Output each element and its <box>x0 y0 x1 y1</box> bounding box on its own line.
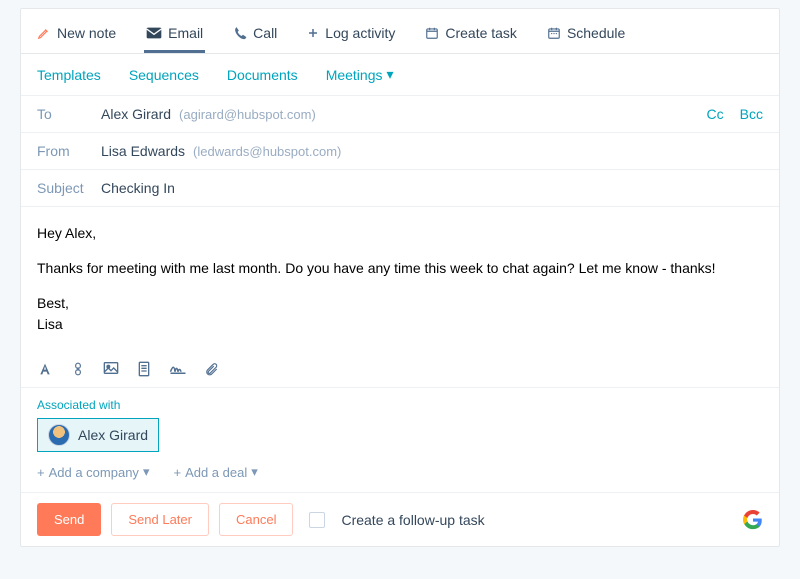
tab-create-task[interactable]: Create task <box>423 19 519 53</box>
tab-label: Log activity <box>325 25 395 41</box>
bcc-link[interactable]: Bcc <box>740 106 763 122</box>
link-label: Meetings <box>326 67 383 83</box>
caret-down-icon: ▾ <box>387 66 394 83</box>
calendar-check-icon <box>425 26 439 40</box>
associated-section: Associated with Alex Girard <box>21 388 779 458</box>
cc-link[interactable]: Cc <box>707 106 724 122</box>
add-company-link[interactable]: + Add a company ▾ <box>37 464 149 480</box>
to-name[interactable]: Alex Girard <box>101 106 171 122</box>
envelope-icon <box>146 27 162 39</box>
follow-up-checkbox[interactable] <box>309 512 325 528</box>
add-deal-link[interactable]: + Add a deal ▾ <box>173 464 257 480</box>
image-icon[interactable] <box>103 361 119 377</box>
subject-row: Subject Checking In <box>21 170 779 207</box>
subject-label: Subject <box>37 180 93 196</box>
email-body[interactable]: Hey Alex, Thanks for meeting with me las… <box>21 207 779 353</box>
tab-schedule[interactable]: Schedule <box>545 19 627 53</box>
plus-icon: + <box>37 465 45 480</box>
associated-label: Associated with <box>37 398 763 412</box>
from-row: From Lisa Edwards (ledwards@hubspot.com) <box>21 133 779 170</box>
email-tool-links: Templates Sequences Documents Meetings ▾ <box>21 54 779 96</box>
phone-icon <box>233 26 247 40</box>
plus-icon <box>307 27 319 39</box>
to-row: To Alex Girard (agirard@hubspot.com) Cc … <box>21 96 779 133</box>
link-documents[interactable]: Documents <box>227 66 298 83</box>
caret-down-icon: ▾ <box>251 464 258 480</box>
send-later-button[interactable]: Send Later <box>111 503 209 536</box>
tab-label: Call <box>253 25 277 41</box>
document-icon[interactable] <box>137 361 151 377</box>
plus-icon: + <box>173 465 181 480</box>
tab-label: Schedule <box>567 25 625 41</box>
email-compose-panel: New note Email Call Log activity Create … <box>20 8 780 547</box>
to-label: To <box>37 106 93 122</box>
add-deal-label: Add a deal <box>185 465 247 480</box>
link-sequences[interactable]: Sequences <box>129 66 199 83</box>
add-associations-row: + Add a company ▾ + Add a deal ▾ <box>21 458 779 492</box>
tab-call[interactable]: Call <box>231 19 279 53</box>
body-signoff-line1: Best, <box>37 293 763 314</box>
send-button[interactable]: Send <box>37 503 101 536</box>
attachment-icon[interactable] <box>205 361 219 377</box>
calendar-icon <box>547 26 561 40</box>
pencil-icon <box>37 26 51 40</box>
tab-label: Create task <box>445 25 517 41</box>
tab-new-note[interactable]: New note <box>35 19 118 53</box>
cancel-button[interactable]: Cancel <box>219 503 293 536</box>
caret-down-icon: ▾ <box>143 464 150 480</box>
google-icon[interactable] <box>743 510 763 530</box>
signature-icon[interactable] <box>169 361 187 377</box>
to-email: (agirard@hubspot.com) <box>179 107 316 122</box>
activity-tab-bar: New note Email Call Log activity Create … <box>21 9 779 54</box>
tab-label: New note <box>57 25 116 41</box>
add-company-label: Add a company <box>49 465 139 480</box>
tab-log-activity[interactable]: Log activity <box>305 19 397 53</box>
associated-contact-chip[interactable]: Alex Girard <box>37 418 159 452</box>
follow-up-label: Create a follow-up task <box>341 512 484 528</box>
subject-value[interactable]: Checking In <box>101 180 175 196</box>
from-email: (ledwards@hubspot.com) <box>193 144 341 159</box>
avatar-icon <box>48 424 70 446</box>
tab-label: Email <box>168 25 203 41</box>
body-signoff-line2: Lisa <box>37 314 763 335</box>
link-icon[interactable] <box>71 361 85 377</box>
compose-footer: Send Send Later Cancel Create a follow-u… <box>21 492 779 546</box>
chip-label: Alex Girard <box>78 427 148 443</box>
editor-toolbar <box>21 353 779 388</box>
from-label: From <box>37 143 93 159</box>
link-templates[interactable]: Templates <box>37 66 101 83</box>
from-name[interactable]: Lisa Edwards <box>101 143 185 159</box>
body-paragraph: Thanks for meeting with me last month. D… <box>37 258 763 279</box>
text-format-icon[interactable] <box>37 361 53 377</box>
tab-email[interactable]: Email <box>144 19 205 53</box>
body-greeting: Hey Alex, <box>37 223 763 244</box>
link-meetings[interactable]: Meetings ▾ <box>326 66 394 83</box>
